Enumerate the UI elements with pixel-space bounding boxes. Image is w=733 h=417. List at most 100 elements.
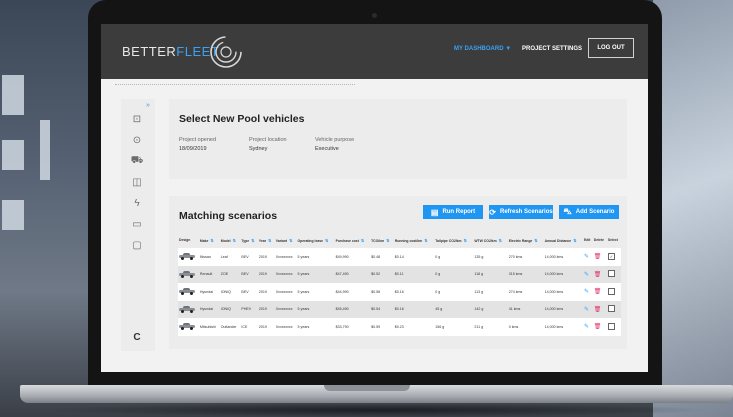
col-annual-distance[interactable]: Annual Distance ⇅ [543,232,584,248]
table-row: Nissan Leaf BEV 2019 Xxxxxxxxx 5 years $49,990… [178,248,621,266]
select-checkbox[interactable]: ✓ [607,253,615,261]
select-checkbox[interactable] [607,270,615,278]
brand-logo-icon [210,36,242,68]
sort-icon[interactable]: ⇅ [325,238,328,243]
cell-model: IONIQ [219,300,241,318]
cell-tco: $0.58 [370,283,394,301]
cell-edit: ✎ [583,265,593,283]
edit-icon[interactable]: ✎ [584,272,589,278]
refresh-scenarios-label: Refresh Scenarios [500,209,553,215]
add-scenario-label: Add Scenario [575,209,615,215]
nav-my-dashboard[interactable]: MY DASHBOARD ▼ [454,46,511,52]
sort-icon[interactable]: ⇅ [268,238,271,243]
cell-purchase-cost: $33,790 [334,318,371,336]
cell-model: ZOE [219,265,241,283]
col-type[interactable]: Type ⇅ [240,232,258,248]
select-checkbox[interactable] [607,287,615,295]
cell-year: 2019 [257,265,275,283]
cell-delete: 🗑 [592,318,607,336]
cell-year: 2019 [257,283,275,301]
delete-icon[interactable]: 🗑 [594,254,602,260]
col-purchase-cost-label: Purchase cost [335,238,359,243]
cell-tco: $0.48 [370,248,394,266]
sort-icon[interactable]: ⇅ [251,238,254,243]
camera-icon [372,13,377,18]
car-thumbnail-icon [179,270,195,278]
edit-icon[interactable]: ✎ [584,289,589,295]
cell-make: Hyundai [198,283,220,301]
sort-icon[interactable]: ⇅ [534,238,537,243]
run-report-label: Run Report [442,209,476,215]
edit-icon[interactable]: ✎ [584,254,589,260]
edit-icon[interactable]: ✎ [584,324,589,330]
cell-delete: 🗑 [592,265,607,283]
col-variant[interactable]: Variant ⇅ [274,232,297,248]
breadcrumb-divider [115,84,355,86]
sort-icon[interactable]: ⇅ [499,238,502,243]
delete-icon[interactable]: 🗑 [594,324,602,330]
book-icon[interactable]: ◫ [131,176,143,188]
import-icon[interactable]: ⊡ [131,113,143,125]
vehicle-icon[interactable]: ⛟ [131,155,144,167]
col-tco[interactable]: TCO/km ⇅ [370,232,394,248]
col-wtw[interactable]: WTW CO2/km ⇅ [473,232,508,248]
col-tailpipe[interactable]: Tailpipe CO2/km ⇅ [434,232,474,248]
sort-icon[interactable]: ⇅ [464,238,467,243]
cell-wtw: 142 g [473,300,508,318]
cell-purchase-cost: $44,990 [334,283,371,301]
sort-icon[interactable]: ⇅ [424,238,427,243]
location-icon[interactable]: ⊙ [131,134,143,146]
cell-design [178,248,199,266]
run-report-button[interactable]: ▤ Run Report [423,205,483,219]
delete-icon[interactable]: 🗑 [594,307,602,313]
brand-c-icon: C [133,331,141,343]
vehicle-purpose-label: Vehicle purpose [315,137,355,143]
monitor-icon[interactable]: ▭ [131,218,143,230]
sort-icon[interactable]: ⇅ [573,238,576,243]
cell-wtw: 118 g [473,265,508,283]
cell-design [178,300,199,318]
edit-icon[interactable]: ✎ [584,307,589,313]
sort-icon[interactable]: ⇅ [386,238,389,243]
cell-select: ✓ [606,248,621,266]
delete-icon[interactable]: 🗑 [594,289,602,295]
cell-edit: ✎ [583,283,593,301]
cell-variant: Xxxxxxxxx [274,265,297,283]
delete-icon[interactable]: 🗑 [594,272,602,278]
sort-icon[interactable]: ⇅ [289,238,292,243]
select-checkbox[interactable] [607,305,615,313]
car-thumbnail-icon [179,288,195,296]
cell-variant: Xxxxxxxxx [274,318,297,336]
lightning-icon[interactable]: ϟ [131,197,143,209]
col-year[interactable]: Year ⇅ [257,232,275,248]
cell-delete: 🗑 [592,300,607,318]
col-electric-range[interactable]: Electric Range ⇅ [507,232,544,248]
cell-make: Renault [198,265,220,283]
expand-sidebar-icon[interactable]: » [146,102,150,109]
sort-icon[interactable]: ⇅ [361,238,364,243]
cell-tco: $0.59 [370,318,394,336]
cell-edit: ✎ [583,318,593,336]
sort-icon[interactable]: ⇅ [233,238,236,243]
col-running-cost[interactable]: Running cost/km ⇅ [393,232,435,248]
cell-make: Nissan [198,248,220,266]
select-checkbox[interactable] [607,322,615,330]
cell-tailpipe: 0 g [434,265,474,283]
sort-icon[interactable]: ⇅ [210,238,213,243]
cell-tailpipe: 0 g [434,248,474,266]
col-make[interactable]: Make ⇅ [198,232,220,248]
cell-electric-range: 0 kms [507,318,544,336]
add-scenario-button[interactable]: ⛍ Add Scenario [559,205,619,219]
refresh-scenarios-button[interactable]: ⟳ Refresh Scenarios [489,205,553,219]
nav-project-settings[interactable]: PROJECT SETTINGS [522,46,582,52]
scenarios-table: Design Make ⇅ Model ⇅ Type ⇅ Year ⇅ Variant ⇅… [178,232,621,336]
col-operating-lease[interactable]: Operating lease ⇅ [296,232,335,248]
cell-design [178,318,199,336]
brand-wordmark[interactable]: BETTERFLEET [122,44,219,59]
chat-icon[interactable]: ▢ [131,239,143,251]
col-purchase-cost[interactable]: Purchase cost ⇅ [334,232,371,248]
cell-purchase-cost: $49,990 [334,248,371,266]
logout-button[interactable]: LOG OUT [588,38,634,58]
col-model[interactable]: Model ⇅ [219,232,241,248]
refresh-icon: ⟳ [489,207,496,217]
